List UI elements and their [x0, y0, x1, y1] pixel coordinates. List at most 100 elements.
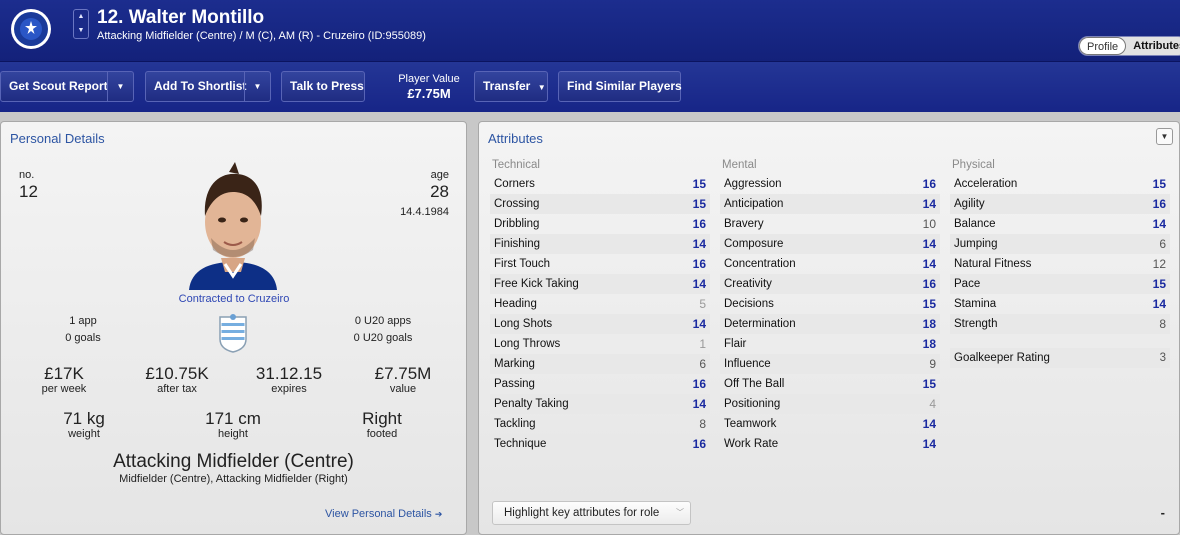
technical-list: Corners 15 Crossing 15 Dribbling 16 Finishing 1… — [490, 174, 710, 454]
attribute-row[interactable]: Technique 16 — [490, 434, 710, 454]
personal-details-panel: Personal Details no. 12 age 28 14.4.1984… — [0, 121, 467, 535]
attribute-row[interactable]: Tackling 8 — [490, 414, 710, 434]
club-crest-icon — [11, 9, 51, 49]
attribute-row[interactable]: Decisions 15 — [720, 294, 940, 314]
chevron-down-icon[interactable]: ▼ — [107, 72, 133, 101]
panel-menu-button[interactable]: ▼ — [1156, 128, 1173, 145]
attribute-row[interactable]: Balance 14 — [950, 214, 1170, 234]
attribute-row[interactable]: Strength 8 — [950, 314, 1170, 334]
attribute-row[interactable]: Natural Fitness 12 — [950, 254, 1170, 274]
attribute-row[interactable]: First Touch 16 — [490, 254, 710, 274]
weight-value: 71 kg — [63, 409, 105, 428]
attribute-row[interactable]: Crossing 15 — [490, 194, 710, 214]
highlight-role-dropdown[interactable]: Highlight key attributes for role ﹀ — [492, 501, 691, 525]
attribute-value: 14 — [692, 397, 706, 411]
attribute-row[interactable]: Determination 18 — [720, 314, 940, 334]
attribute-row[interactable]: Dribbling 16 — [490, 214, 710, 234]
player-value-label: Player Value — [398, 73, 460, 85]
next-player-icon[interactable]: ▼ — [74, 24, 88, 38]
attribute-row[interactable]: Work Rate 14 — [720, 434, 940, 454]
panel-title: Attributes — [488, 131, 543, 146]
view-personal-details-link[interactable]: View Personal Details ➔ — [325, 508, 442, 520]
view-toggle: Profile Attributes — [1078, 36, 1180, 56]
attribute-value: 14 — [922, 417, 936, 431]
attribute-value: 15 — [692, 197, 706, 211]
u20-appearances: 0 U20 apps — [354, 315, 412, 327]
attribute-row[interactable]: Anticipation 14 — [720, 194, 940, 214]
attribute-row[interactable]: Concentration 14 — [720, 254, 940, 274]
attribute-row[interactable]: Influence 9 — [720, 354, 940, 374]
attribute-name: Heading — [494, 298, 537, 310]
tab-attributes[interactable]: Attributes — [1126, 37, 1180, 55]
attribute-row[interactable]: Bravery 10 — [720, 214, 940, 234]
arrow-right-icon: ➔ — [434, 509, 443, 519]
attribute-row[interactable]: Penalty Taking 14 — [490, 394, 710, 414]
attribute-row[interactable]: Marking 6 — [490, 354, 710, 374]
attribute-name: Crossing — [494, 198, 540, 210]
attribute-name: Agility — [954, 198, 985, 210]
attribute-name: Flair — [724, 338, 747, 350]
attribute-name: Stamina — [954, 298, 997, 310]
attribute-value: 9 — [929, 357, 936, 371]
physical-column: Physical Acceleration 15 Agility 16 Balance 1… — [950, 159, 1170, 334]
attribute-row[interactable]: Long Shots 14 — [490, 314, 710, 334]
attribute-row[interactable]: Composure 14 — [720, 234, 940, 254]
player-stepper[interactable]: ▲ ▼ — [73, 9, 89, 39]
attribute-row[interactable]: Aggression 16 — [720, 174, 940, 194]
contract-expiry-value: 31.12.15 — [255, 364, 323, 383]
height-label: height — [218, 428, 248, 440]
contract-status: Contracted to Cruzeiro — [178, 293, 290, 305]
attribute-name: Strength — [954, 318, 998, 330]
attribute-row[interactable]: Jumping 6 — [950, 234, 1170, 254]
attribute-name: Influence — [724, 358, 771, 370]
attribute-row[interactable]: Off The Ball 15 — [720, 374, 940, 394]
attribute-name: Work Rate — [724, 438, 779, 450]
goalkeeper-rating-value: 3 — [1159, 352, 1166, 364]
add-to-shortlist-button[interactable]: Add To Shortlist ▼ — [145, 71, 271, 102]
tab-profile[interactable]: Profile — [1079, 37, 1127, 55]
chevron-down-icon: ▼ — [537, 83, 546, 92]
attribute-row[interactable]: Positioning 4 — [720, 394, 940, 414]
attribute-row[interactable]: Creativity 16 — [720, 274, 940, 294]
attribute-value: 14 — [1152, 297, 1166, 311]
attribute-value: 10 — [922, 217, 936, 231]
player-subtitle: Attacking Midfielder (Centre) / M (C), A… — [97, 30, 426, 42]
attribute-value: 14 — [922, 197, 936, 211]
attribute-name: Dribbling — [494, 218, 540, 230]
attribute-row[interactable]: Corners 15 — [490, 174, 710, 194]
value-amount: £7.75M — [374, 364, 432, 383]
attribute-name: Free Kick Taking — [494, 278, 579, 290]
attribute-row[interactable]: Teamwork 14 — [720, 414, 940, 434]
talk-to-press-button[interactable]: Talk to Press — [281, 71, 365, 102]
attribute-row[interactable]: Stamina 14 — [950, 294, 1170, 314]
attribute-name: Tackling — [494, 418, 536, 430]
attribute-value: 16 — [922, 177, 936, 191]
collapse-dash[interactable]: - — [1161, 505, 1165, 520]
transfer-button[interactable]: Transfer ▼ — [474, 71, 548, 102]
attribute-row[interactable]: Passing 16 — [490, 374, 710, 394]
attribute-row[interactable]: Acceleration 15 — [950, 174, 1170, 194]
mental-list: Aggression 16 Anticipation 14 Bravery 10 Compo… — [720, 174, 940, 454]
attribute-name: Off The Ball — [724, 378, 785, 390]
attribute-row[interactable]: Finishing 14 — [490, 234, 710, 254]
chevron-down-icon[interactable]: ▼ — [244, 72, 270, 101]
attribute-value: 16 — [922, 277, 936, 291]
player-value: £7.75M — [407, 86, 451, 101]
shortlist-label: Add To Shortlist — [154, 79, 247, 93]
find-similar-players-button[interactable]: Find Similar Players — [558, 71, 682, 102]
get-scout-report-button[interactable]: Get Scout Report ▼ — [0, 71, 134, 102]
attribute-row[interactable]: Heading 5 — [490, 294, 710, 314]
attribute-value: 15 — [1152, 177, 1166, 191]
prev-player-icon[interactable]: ▲ — [74, 10, 88, 24]
header-bar: ▲ ▼ 12. Walter Montillo Attacking Midfie… — [0, 0, 1180, 62]
attribute-value: 16 — [692, 257, 706, 271]
attribute-row[interactable]: Free Kick Taking 14 — [490, 274, 710, 294]
transfer-label: Transfer — [483, 79, 531, 93]
attribute-value: 15 — [1152, 277, 1166, 291]
mental-column: Mental Aggression 16 Anticipation 14 Bravery… — [720, 159, 940, 454]
attribute-value: 15 — [922, 377, 936, 391]
attribute-row[interactable]: Pace 15 — [950, 274, 1170, 294]
attribute-row[interactable]: Agility 16 — [950, 194, 1170, 214]
attribute-row[interactable]: Long Throws 1 — [490, 334, 710, 354]
attribute-row[interactable]: Flair 18 — [720, 334, 940, 354]
